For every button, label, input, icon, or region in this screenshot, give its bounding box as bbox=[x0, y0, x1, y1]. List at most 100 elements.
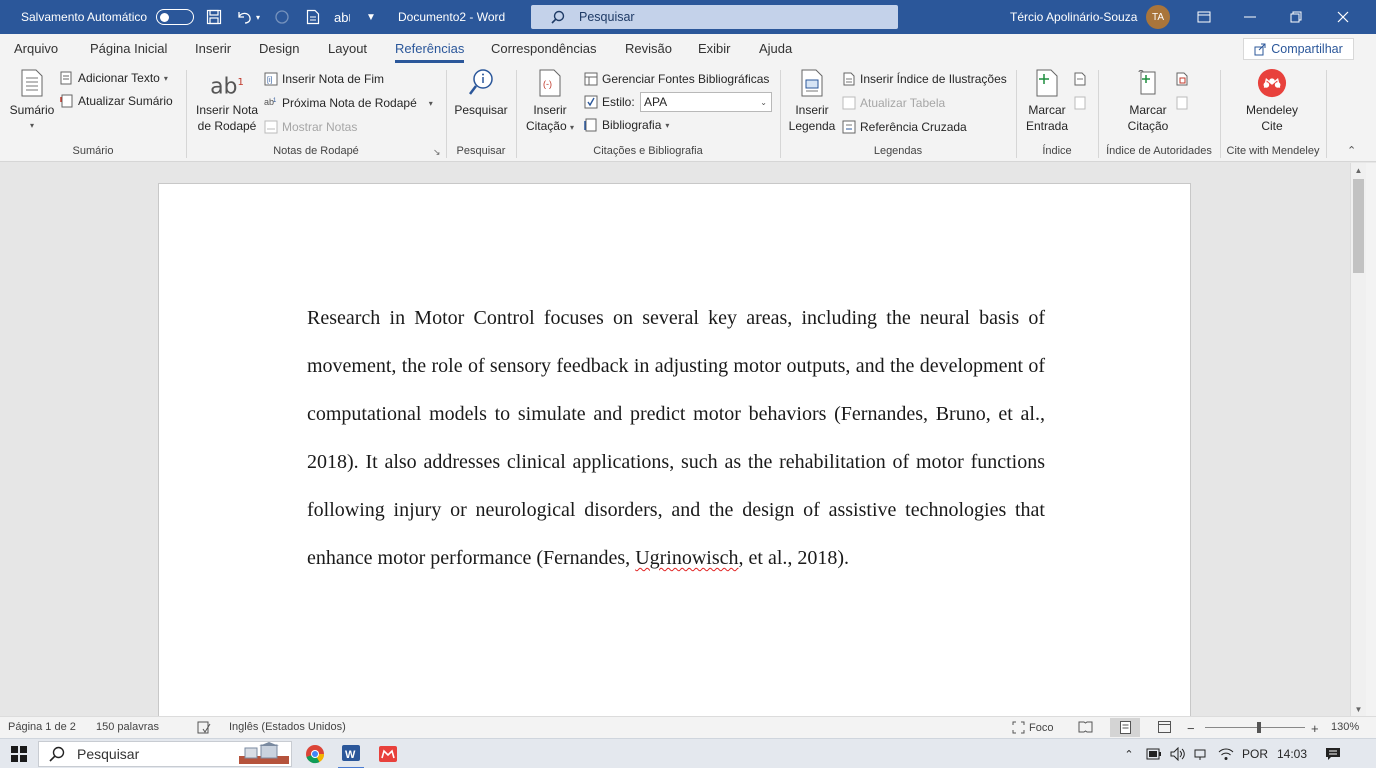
customize-qat-icon[interactable]: ▼ bbox=[366, 0, 376, 34]
manage-sources-button[interactable]: Gerenciar Fontes Bibliográficas bbox=[584, 69, 769, 89]
tab-referencias[interactable]: Referências bbox=[395, 41, 465, 63]
autosave-toggle[interactable] bbox=[156, 0, 194, 34]
cross-reference-button[interactable]: Referência Cruzada bbox=[842, 117, 967, 137]
update-icon bbox=[60, 94, 73, 108]
group-label-notas: Notas de Rodapé bbox=[273, 145, 359, 157]
mendeley-taskbar-icon[interactable] bbox=[375, 739, 401, 768]
minimize-icon[interactable] bbox=[1227, 0, 1273, 34]
update-table-button[interactable]: Atualizar Tabela bbox=[842, 93, 945, 113]
page-icon[interactable] bbox=[306, 0, 320, 34]
insert-citation-button[interactable]: (-) Inserir Citação ▾ bbox=[522, 68, 578, 136]
insert-endnote-label: Inserir Nota de Fim bbox=[282, 72, 385, 86]
insert-index-button[interactable] bbox=[1073, 69, 1087, 89]
insert-caption-button[interactable]: Inserir Legenda bbox=[786, 68, 838, 134]
zoom-in-icon[interactable]: + bbox=[1311, 721, 1319, 736]
tab-inserir[interactable]: Inserir bbox=[195, 41, 231, 56]
add-text-button[interactable]: Adicionar Texto ▾ bbox=[60, 68, 168, 88]
citation-style-value: APA bbox=[644, 95, 668, 109]
insert-table-of-authorities-button[interactable] bbox=[1175, 69, 1189, 89]
notifications-icon[interactable] bbox=[1322, 739, 1344, 768]
scroll-down-icon[interactable]: ▼ bbox=[1351, 702, 1366, 716]
cross-reference-icon bbox=[842, 120, 856, 134]
insert-citation-icon: (-) bbox=[539, 69, 561, 97]
proofing-icon[interactable] bbox=[197, 721, 211, 734]
chrome-icon[interactable] bbox=[302, 739, 328, 768]
user-name[interactable]: Tércio Apolinário-Souza bbox=[1010, 0, 1137, 34]
insert-endnote-button[interactable]: [i] Inserir Nota de Fim bbox=[264, 69, 384, 89]
misspelled-word[interactable]: Ugrinowisch bbox=[635, 547, 738, 569]
save-icon[interactable] bbox=[206, 0, 222, 34]
undo-icon[interactable]: ▾ bbox=[235, 0, 260, 34]
scrollbar-thumb[interactable] bbox=[1353, 179, 1364, 273]
search-icon bbox=[49, 746, 65, 762]
word-count[interactable]: 150 palavras bbox=[96, 721, 159, 733]
tab-layout[interactable]: Layout bbox=[328, 41, 367, 56]
web-layout-icon[interactable] bbox=[1158, 721, 1172, 734]
word-taskbar-icon[interactable]: W bbox=[338, 739, 364, 768]
focus-icon bbox=[1012, 721, 1025, 734]
print-layout-icon[interactable] bbox=[1110, 718, 1140, 737]
insert-footnote-button[interactable]: ab1 Inserir Nota de Rodapé bbox=[194, 68, 260, 134]
title-search-box[interactable]: Pesquisar bbox=[531, 5, 898, 29]
zoom-out-icon[interactable]: − bbox=[1187, 721, 1195, 736]
next-footnote-icon: ab1 bbox=[264, 97, 277, 107]
tab-revisao[interactable]: Revisão bbox=[625, 41, 672, 56]
next-footnote-button[interactable]: ab 1 Próxima Nota de Rodapé ▾ bbox=[264, 93, 433, 113]
focus-button[interactable]: Foco bbox=[1012, 721, 1053, 734]
document-title: Documento2 - Word bbox=[398, 10, 506, 24]
ribbon-display-options-icon[interactable] bbox=[1181, 0, 1227, 34]
close-icon[interactable] bbox=[1320, 0, 1366, 34]
zoom-level[interactable]: 130% bbox=[1331, 721, 1359, 733]
restore-icon[interactable] bbox=[1273, 0, 1319, 34]
language-indicator[interactable]: Inglês (Estados Unidos) bbox=[229, 721, 346, 733]
volume-icon[interactable] bbox=[1168, 739, 1188, 768]
group-label-sumario: Sumário bbox=[72, 145, 114, 157]
zoom-slider-thumb[interactable] bbox=[1257, 722, 1261, 733]
page-count[interactable]: Página 1 de 2 bbox=[8, 721, 76, 733]
collapse-ribbon-icon[interactable]: ⌃ bbox=[1347, 144, 1356, 157]
mendeley-cite-button[interactable]: Mendeley Cite bbox=[1238, 68, 1306, 134]
tab-correspondencias[interactable]: Correspondências bbox=[491, 41, 597, 56]
landscape-widget-icon[interactable] bbox=[236, 739, 292, 768]
researcher-button[interactable]: Pesquisar bbox=[452, 68, 510, 118]
vertical-scrollbar[interactable]: ▲ ▼ bbox=[1350, 163, 1366, 716]
wifi-icon[interactable] bbox=[1216, 739, 1236, 768]
share-button[interactable]: Compartilhar bbox=[1243, 38, 1354, 60]
clock-time[interactable]: 14:03 bbox=[1274, 739, 1310, 768]
style-label: Estilo: bbox=[602, 95, 635, 109]
tab-pagina-inicial[interactable]: Página Inicial bbox=[90, 41, 167, 56]
battery-icon[interactable] bbox=[1144, 739, 1164, 768]
update-toc-button[interactable]: Atualizar Sumário bbox=[60, 91, 173, 111]
group-label-legendas: Legendas bbox=[873, 145, 923, 157]
update-authorities-button[interactable] bbox=[1175, 93, 1189, 113]
dialog-launcher-icon[interactable]: ↘ bbox=[433, 147, 441, 158]
search-icon bbox=[551, 10, 565, 24]
document-paragraph[interactable]: Research in Motor Control focuses on sev… bbox=[307, 294, 1045, 582]
citation-style-select[interactable]: APA ⌄ bbox=[640, 92, 772, 112]
mark-entry-label-2: Entrada bbox=[1025, 119, 1069, 133]
update-index-button[interactable] bbox=[1073, 93, 1087, 113]
table-of-authorities-icon bbox=[1176, 72, 1188, 86]
tab-design[interactable]: Design bbox=[259, 41, 299, 56]
redo-icon[interactable] bbox=[274, 0, 290, 34]
show-hidden-icons-icon[interactable]: ⌃ bbox=[1120, 739, 1138, 768]
input-language[interactable]: POR bbox=[1240, 739, 1270, 768]
tab-ajuda[interactable]: Ajuda bbox=[759, 41, 792, 56]
avatar[interactable]: TA bbox=[1146, 5, 1170, 29]
table-of-contents-button[interactable]: Sumário ▾ bbox=[6, 68, 58, 134]
mark-entry-button[interactable]: Marcar Entrada bbox=[1022, 68, 1072, 134]
tab-arquivo[interactable]: Arquivo bbox=[14, 41, 58, 56]
read-mode-icon[interactable] bbox=[1078, 721, 1093, 733]
bibliography-button[interactable]: Bibliografia ▾ bbox=[584, 115, 669, 135]
insert-table-of-figures-button[interactable]: Inserir Índice de Ilustrações bbox=[842, 69, 1007, 89]
format-icon[interactable]: ab | bbox=[334, 0, 351, 34]
network-icon[interactable] bbox=[1192, 739, 1212, 768]
tab-exibir[interactable]: Exibir bbox=[698, 41, 731, 56]
windows-start-icon[interactable] bbox=[8, 739, 30, 768]
show-notes-button[interactable]: Mostrar Notas bbox=[264, 117, 357, 137]
document-canvas[interactable]: Research in Motor Control focuses on sev… bbox=[0, 163, 1350, 716]
zoom-slider[interactable] bbox=[1205, 727, 1305, 728]
mark-citation-button[interactable]: Marcar Citação bbox=[1122, 68, 1174, 134]
document-page[interactable]: Research in Motor Control focuses on sev… bbox=[158, 183, 1191, 716]
scroll-up-icon[interactable]: ▲ bbox=[1351, 163, 1366, 177]
